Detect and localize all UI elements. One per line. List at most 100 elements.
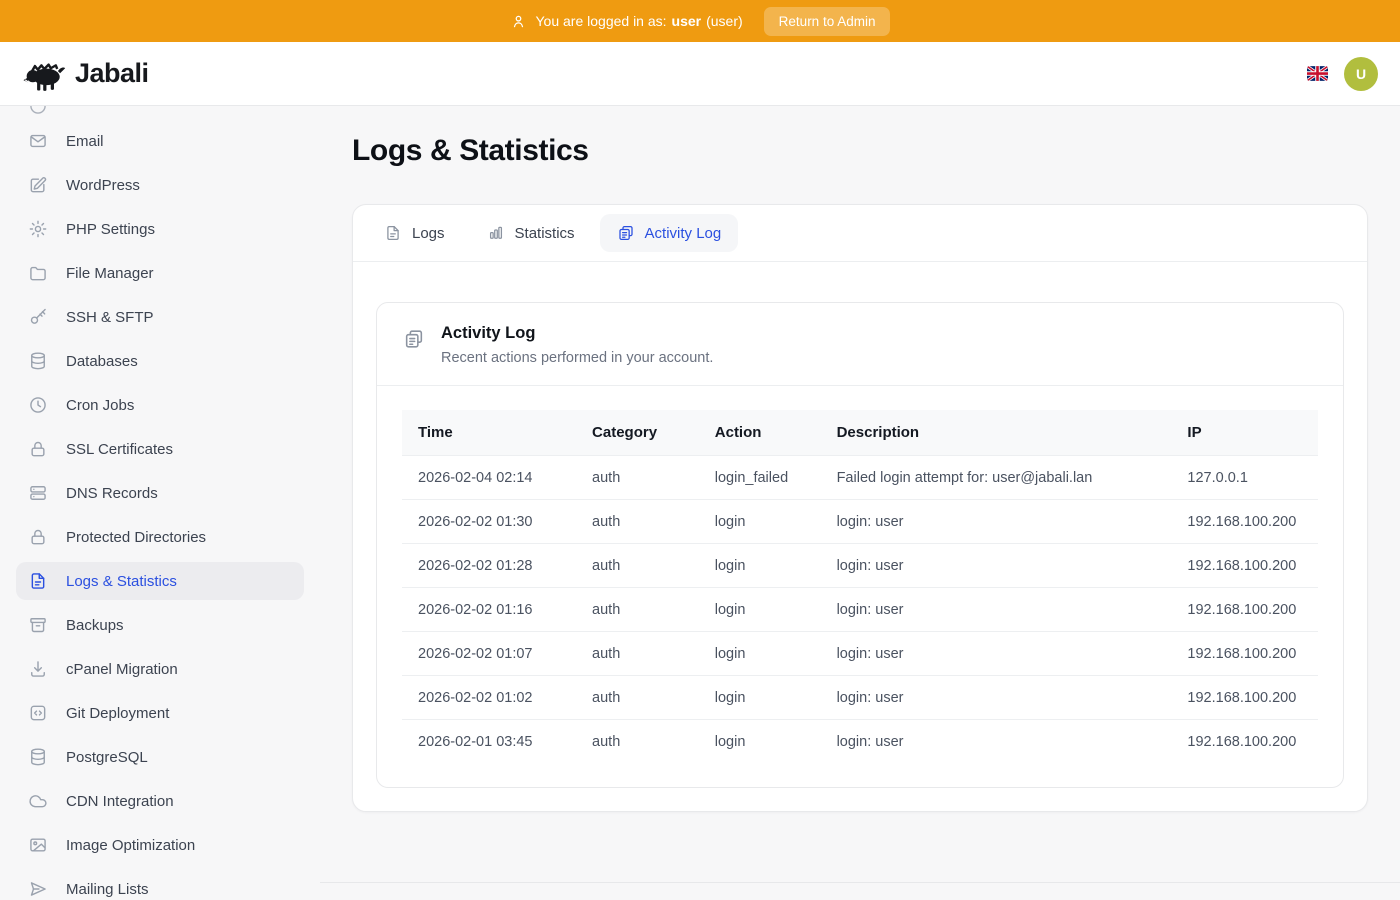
sidebar-item-label: CDN Integration [66,793,174,810]
gear-icon [28,219,48,239]
server-icon [28,483,48,503]
sidebar-item-label: Git Deployment [66,705,169,722]
sidebar-item-label: PostgreSQL [66,749,148,766]
activity-log-card-header: Activity Log Recent actions performed in… [377,303,1343,386]
cell-time: 2026-02-02 01:28 [402,544,576,588]
tab-logs[interactable]: Logs [367,214,462,252]
cloud-icon [28,791,48,811]
uk-flag-icon[interactable] [1307,66,1328,81]
table-row: 2026-02-02 01:16 auth login login: user … [402,588,1318,632]
sidebar-item-label: DNS Records [66,485,158,502]
sidebar-item-wordpress[interactable]: WordPress [16,166,304,204]
sidebar-item-mailing-lists[interactable]: Mailing Lists [16,870,304,900]
cell-ip: 192.168.100.200 [1171,720,1318,764]
tab-activity-log[interactable]: Activity Log [600,214,739,252]
cell-action: login [699,544,821,588]
cell-description: login: user [821,632,1172,676]
cell-time: 2026-02-04 02:14 [402,456,576,500]
sidebar-item-label: Image Optimization [66,837,195,854]
table-row: 2026-02-02 01:28 auth login login: user … [402,544,1318,588]
cell-action: login [699,720,821,764]
clipboard-icon [617,224,635,242]
sidebar-item-cpanel-migration[interactable]: cPanel Migration [16,650,304,688]
clock-icon [28,395,48,415]
main-content: Logs & Statistics Logs Statistics Activi… [320,106,1400,900]
sidebar-item-file-manager[interactable]: File Manager [16,254,304,292]
sidebar-item-backups[interactable]: Backups [16,606,304,644]
cell-category: auth [576,632,699,676]
edit-icon [28,175,48,195]
file-text-icon [384,224,402,242]
sidebar-item-label: SSL Certificates [66,441,173,458]
cell-ip: 192.168.100.200 [1171,500,1318,544]
sidebar-item-cron-jobs[interactable]: Cron Jobs [16,386,304,424]
sidebar-item-image-optimization[interactable]: Image Optimization [16,826,304,864]
sidebar-item-cdn-integration[interactable]: CDN Integration [16,782,304,820]
tab-statistics[interactable]: Statistics [470,214,592,252]
logged-in-role: (user) [706,13,743,29]
file-text-icon [28,571,48,591]
logged-in-prefix: You are logged in as: [536,13,667,29]
mail-icon [28,131,48,151]
cell-time: 2026-02-02 01:07 [402,632,576,676]
app-header: Jabali U [0,42,1400,106]
sidebar-item-label: Logs & Statistics [66,573,177,590]
cell-action: login [699,500,821,544]
cell-ip: 192.168.100.200 [1171,632,1318,676]
activity-log-table: Time Category Action Description IP 2026… [402,410,1318,763]
sidebar-item-email[interactable]: Email [16,122,304,160]
sidebar-item-logs-statistics[interactable]: Logs & Statistics [16,562,304,600]
brand-logo[interactable]: Jabali [22,56,149,92]
sidebar-item-git-deployment[interactable]: Git Deployment [16,694,304,732]
sidebar-item-label: File Manager [66,265,154,282]
table-row: 2026-02-01 03:45 auth login login: user … [402,720,1318,764]
lock-icon [28,527,48,547]
clipboard-icon [403,328,425,350]
column-header-time: Time [402,410,576,456]
cell-ip: 192.168.100.200 [1171,544,1318,588]
boar-logo-icon [22,56,68,92]
bar-chart-icon [487,224,505,242]
table-row: 2026-02-02 01:30 auth login login: user … [402,500,1318,544]
cell-description: Failed login attempt for: user@jabali.la… [821,456,1172,500]
table-header-row: Time Category Action Description IP [402,410,1318,456]
cell-description: login: user [821,500,1172,544]
table-row: 2026-02-02 01:07 auth login login: user … [402,632,1318,676]
sidebar-item-label: SSH & SFTP [66,309,154,326]
lock-icon [28,439,48,459]
table-row: 2026-02-04 02:14 auth login_failed Faile… [402,456,1318,500]
code-icon [28,703,48,723]
sidebar-item-label: Email [66,133,104,150]
sidebar-item-ssl-certificates[interactable]: SSL Certificates [16,430,304,468]
column-header-ip: IP [1171,410,1318,456]
column-header-description: Description [821,410,1172,456]
image-icon [28,835,48,855]
logged-in-username: user [672,13,702,29]
sidebar-item-php-settings[interactable]: PHP Settings [16,210,304,248]
cell-time: 2026-02-02 01:30 [402,500,576,544]
key-icon [28,307,48,327]
cell-category: auth [576,500,699,544]
user-avatar[interactable]: U [1344,57,1378,91]
table-row: 2026-02-02 01:02 auth login login: user … [402,676,1318,720]
brand-name: Jabali [75,58,149,89]
sidebar-item-protected-directories[interactable]: Protected Directories [16,518,304,556]
return-to-admin-button[interactable]: Return to Admin [764,7,891,36]
database-icon [28,351,48,371]
sidebar-item-label: Mailing Lists [66,881,149,898]
cell-category: auth [576,544,699,588]
sidebar-item-dns-records[interactable]: DNS Records [16,474,304,512]
cell-action: login [699,588,821,632]
tab-label: Logs [412,225,445,242]
sidebar-item-databases[interactable]: Databases [16,342,304,380]
sidebar-item-ssh-sftp[interactable]: SSH & SFTP [16,298,304,336]
folder-icon [28,263,48,283]
cell-description: login: user [821,676,1172,720]
activity-log-subtitle: Recent actions performed in your account… [441,350,713,366]
sidebar-item-postgresql[interactable]: PostgreSQL [16,738,304,776]
cell-action: login [699,632,821,676]
cell-description: login: user [821,544,1172,588]
cell-action: login_failed [699,456,821,500]
page-title: Logs & Statistics [352,132,1368,170]
cell-category: auth [576,676,699,720]
